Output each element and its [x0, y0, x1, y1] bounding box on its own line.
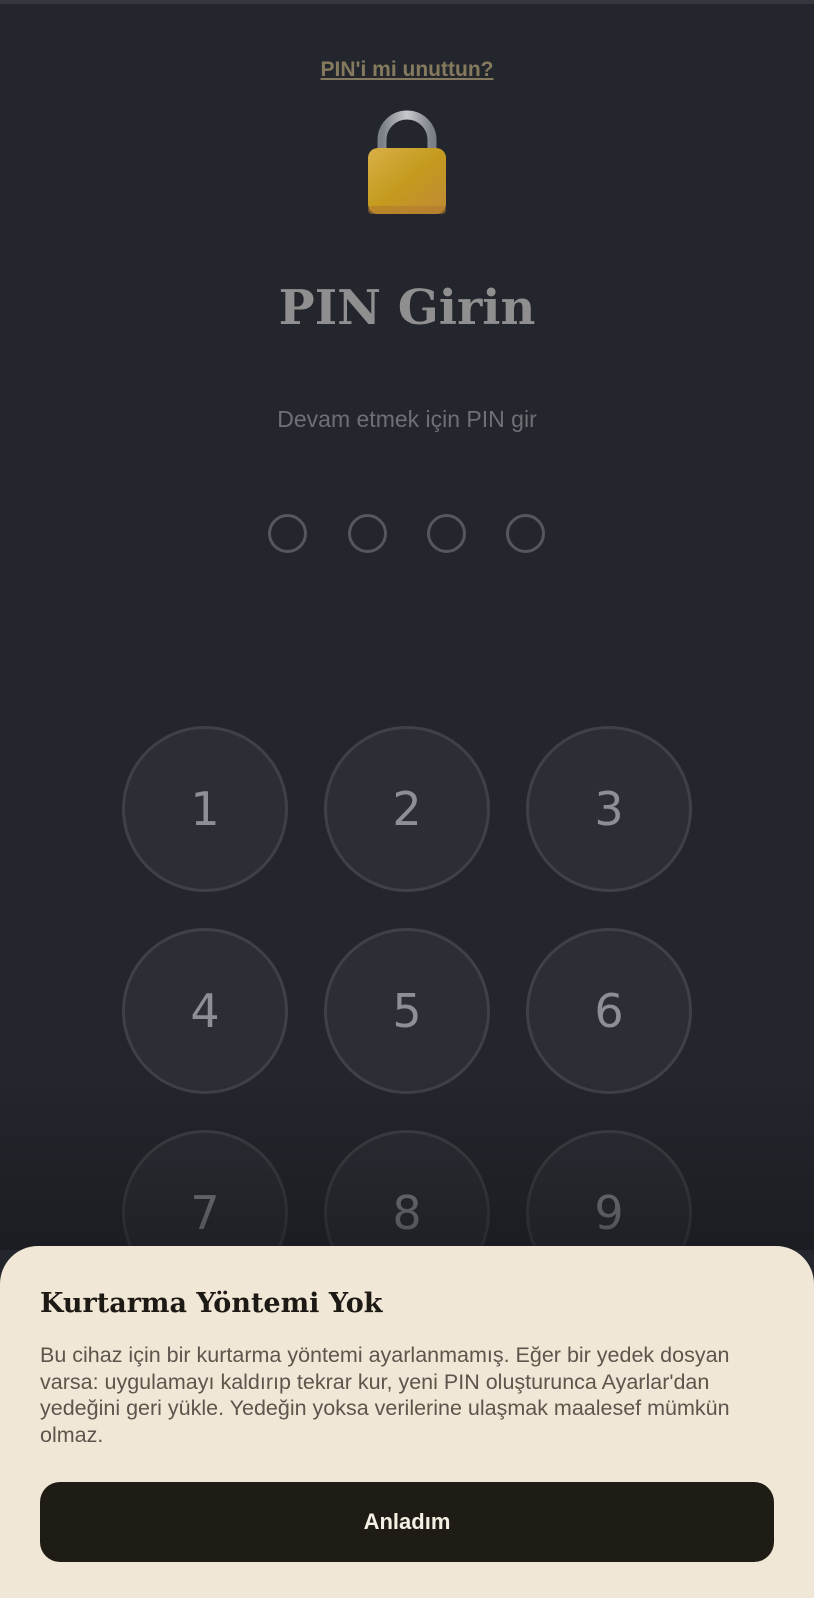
key-3[interactable]: 3: [526, 726, 692, 892]
page-subtitle: Devam etmek için PIN gir: [277, 406, 537, 432]
recovery-bottom-sheet: Kurtarma Yöntemi Yok Bu cihaz için bir k…: [0, 1246, 814, 1598]
forgot-pin-link[interactable]: PIN'i mi unuttun?: [0, 58, 814, 82]
top-divider: [0, 0, 814, 4]
pin-dot-3: [427, 514, 466, 553]
key-4[interactable]: 4: [122, 928, 288, 1094]
page-title: PIN Girin: [278, 280, 536, 336]
sheet-title: Kurtarma Yöntemi Yok: [40, 1288, 383, 1319]
key-5[interactable]: 5: [324, 928, 490, 1094]
pin-lock-screen: PIN'i mi unuttun? PIN Girin Devam etmek …: [0, 0, 814, 1598]
sheet-message: Bu cihaz için bir kurtarma yöntemi ayarl…: [40, 1343, 730, 1447]
key-1[interactable]: 1: [122, 726, 288, 892]
pin-dot-2: [348, 514, 387, 553]
padlock-icon: [366, 110, 448, 216]
pin-indicator: [268, 514, 548, 554]
number-keypad: 1 2 3 4 5 6 7 8 9: [122, 726, 692, 1326]
pin-dot-4: [506, 514, 545, 553]
understood-button[interactable]: Anladım: [40, 1482, 774, 1562]
pin-dot-1: [268, 514, 307, 553]
key-6[interactable]: 6: [526, 928, 692, 1094]
key-2[interactable]: 2: [324, 726, 490, 892]
